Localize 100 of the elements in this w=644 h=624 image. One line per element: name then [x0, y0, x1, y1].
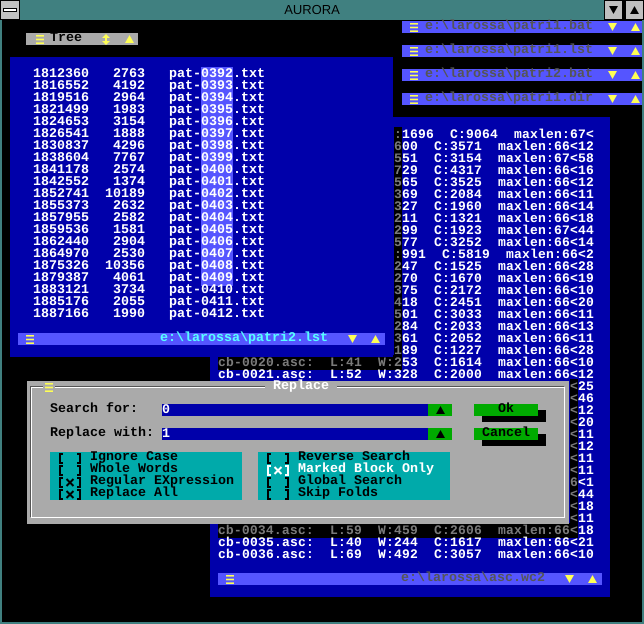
number-cell: 1842552 [33, 177, 89, 189]
size-cell-text: 1888 [112, 129, 145, 141]
size-cell-text: 1990 [112, 309, 145, 321]
file-name[interactable]: pat-0410.txt [169, 285, 265, 297]
file-name[interactable]: pat-0411.txt [169, 297, 265, 309]
number-cell: 1855373 [33, 201, 89, 213]
window-path: e:\larossa\patri1.bat [425, 21, 594, 33]
checkbox[interactable] [58, 476, 82, 488]
down-triangle-icon[interactable] [565, 575, 574, 583]
menu-icon[interactable] [410, 22, 418, 32]
down-triangle-icon[interactable] [608, 95, 617, 103]
window-path: e:\larossa\patri2.bat [425, 69, 594, 81]
text-line: cb-0036.asc: L:69 W:492 C:3057 maxlen:66<10 [218, 549, 594, 561]
option-label[interactable]: Whole Words [90, 464, 178, 476]
input-field[interactable]: 1 [162, 428, 428, 440]
size-cell-text: 2582 [112, 213, 145, 225]
option-label[interactable]: Skip Folds [298, 488, 378, 500]
number-cell: 1885176 [33, 297, 89, 309]
checkbox[interactable] [266, 476, 290, 488]
minimize-button[interactable] [604, 0, 623, 20]
up-triangle-icon[interactable] [631, 47, 640, 55]
size-cell-text: 2763 [112, 69, 145, 81]
size-cell-text: 3734 [112, 285, 145, 297]
number-cell: 1857955 [33, 213, 89, 225]
size-cell-text: 2904 [112, 237, 145, 249]
size-cell-text: 2632 [112, 201, 145, 213]
field-label: Replace with: [50, 428, 155, 440]
number-cell: 1883121 [33, 285, 89, 297]
number-cell: 1841178 [33, 165, 89, 177]
number-cell: 1826541 [33, 129, 89, 141]
number-cell: 1879387 [33, 273, 89, 285]
size-cell-text: 1581 [112, 225, 145, 237]
size-cell-text: 4061 [112, 273, 145, 285]
down-triangle-icon[interactable] [348, 335, 357, 343]
down-triangle-icon[interactable] [608, 47, 617, 55]
size-cell-text: 3154 [112, 117, 145, 129]
number-cell: 1816552 [33, 81, 89, 93]
text-line: cb-0035.asc: L:40 W:244 C:1617 maxlen:66<21 [218, 537, 594, 549]
number-cell: 1862440 [33, 237, 89, 249]
checkbox[interactable] [266, 488, 290, 500]
window-path: e:\larossa\asc.wc2 [400, 573, 545, 585]
up-triangle-icon[interactable] [436, 430, 444, 438]
file-name[interactable]: pat-0412.txt [169, 309, 265, 321]
size-cell-text: 4296 [112, 141, 145, 153]
up-triangle-icon[interactable] [631, 71, 640, 79]
dropdown-button[interactable] [428, 428, 452, 440]
size-cell-text: 1374 [113, 177, 145, 189]
size-cell-text: 2964 [112, 93, 145, 105]
up-triangle-icon[interactable] [436, 406, 444, 414]
size-cell-text: 4192 [112, 81, 145, 93]
menu-icon[interactable] [410, 46, 418, 56]
number-cell: 1821499 [33, 105, 89, 117]
text-line: cb-0034.asc: L:59 W:459 C:2606 maxlen:66<18 [218, 525, 594, 537]
dropdown-button[interactable] [428, 404, 452, 416]
size-cell-text: 10356 [104, 261, 145, 273]
checkbox[interactable] [58, 488, 82, 500]
number-cell: 1859536 [33, 225, 89, 237]
dialog-button[interactable]: Ok [474, 404, 538, 416]
option-label[interactable]: Ignore Case [90, 452, 178, 464]
window-path: e:\larossa\patri1.lst [425, 45, 594, 57]
system-menu-button[interactable] [0, 0, 20, 20]
size-cell-text: 1983 [112, 105, 145, 117]
option-label[interactable]: Global Search [298, 476, 402, 488]
window-title: Tree [50, 33, 82, 45]
number-cell: 1875326 [33, 261, 89, 273]
number-cell: 1824653 [33, 117, 89, 129]
file-name[interactable]: pat-0409.txt [169, 273, 265, 285]
menu-icon[interactable] [410, 70, 418, 80]
menu-icon[interactable] [26, 334, 34, 344]
window-path: e:\larossa\patri2.lst [159, 333, 328, 345]
size-cell-text: 10189 [104, 189, 145, 201]
menu-icon[interactable] [410, 94, 418, 104]
checkbox[interactable] [266, 452, 290, 464]
dialog-title: Replace [265, 381, 337, 393]
number-cell: 1887166 [33, 309, 89, 321]
number-cell: 1864970 [33, 249, 89, 261]
size-cell-text: 2530 [113, 249, 145, 261]
number-cell: 1819516 [33, 93, 89, 105]
number-cell: 1812360 [33, 69, 89, 81]
checkbox[interactable] [58, 452, 82, 464]
number-cell: 1852741 [33, 189, 89, 201]
size-cell-text: 2055 [112, 297, 145, 309]
menu-icon[interactable] [226, 574, 234, 584]
up-triangle-icon[interactable] [588, 575, 597, 583]
dash-icon [3, 8, 17, 12]
up-triangle-icon[interactable] [631, 95, 640, 103]
option-label[interactable]: Replace All [90, 488, 178, 500]
window-title: AURORA [20, 0, 604, 20]
size-cell-text: 7767 [112, 153, 145, 165]
number-cell: 1838604 [33, 153, 89, 165]
size-cell-text: 2574 [112, 165, 145, 177]
window-path: e:\larossa\patri1.dir [425, 93, 594, 105]
down-triangle-icon[interactable] [608, 71, 617, 79]
dialog-button[interactable]: Cancel [474, 428, 538, 440]
option-label[interactable]: Regular EXpression [90, 476, 234, 488]
field-label: Search for: [50, 404, 139, 416]
number-cell: 1830837 [33, 141, 89, 153]
checkbox[interactable] [58, 464, 82, 476]
maximize-button[interactable] [625, 0, 644, 20]
up-triangle-icon[interactable] [371, 335, 380, 343]
